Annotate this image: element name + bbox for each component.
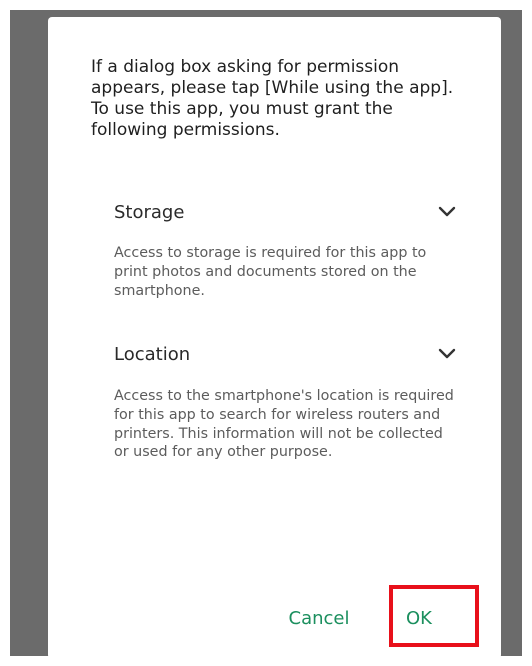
storage-section-title: Storage <box>114 202 185 223</box>
chevron-down-icon <box>438 206 456 217</box>
permission-dialog: If a dialog box asking for permission ap… <box>48 17 501 659</box>
location-section-header[interactable]: Location <box>114 341 464 371</box>
chevron-down-icon <box>438 348 456 359</box>
location-section-description: Access to the smartphone's location is r… <box>114 388 454 461</box>
location-section-title: Location <box>114 344 191 365</box>
cancel-button[interactable]: Cancel <box>279 603 359 633</box>
storage-section-description: Access to storage is required for this a… <box>114 245 427 299</box>
permission-message: If a dialog box asking for permission ap… <box>91 57 454 140</box>
ok-button[interactable]: OK <box>389 603 449 633</box>
storage-section-header[interactable]: Storage <box>114 199 464 229</box>
